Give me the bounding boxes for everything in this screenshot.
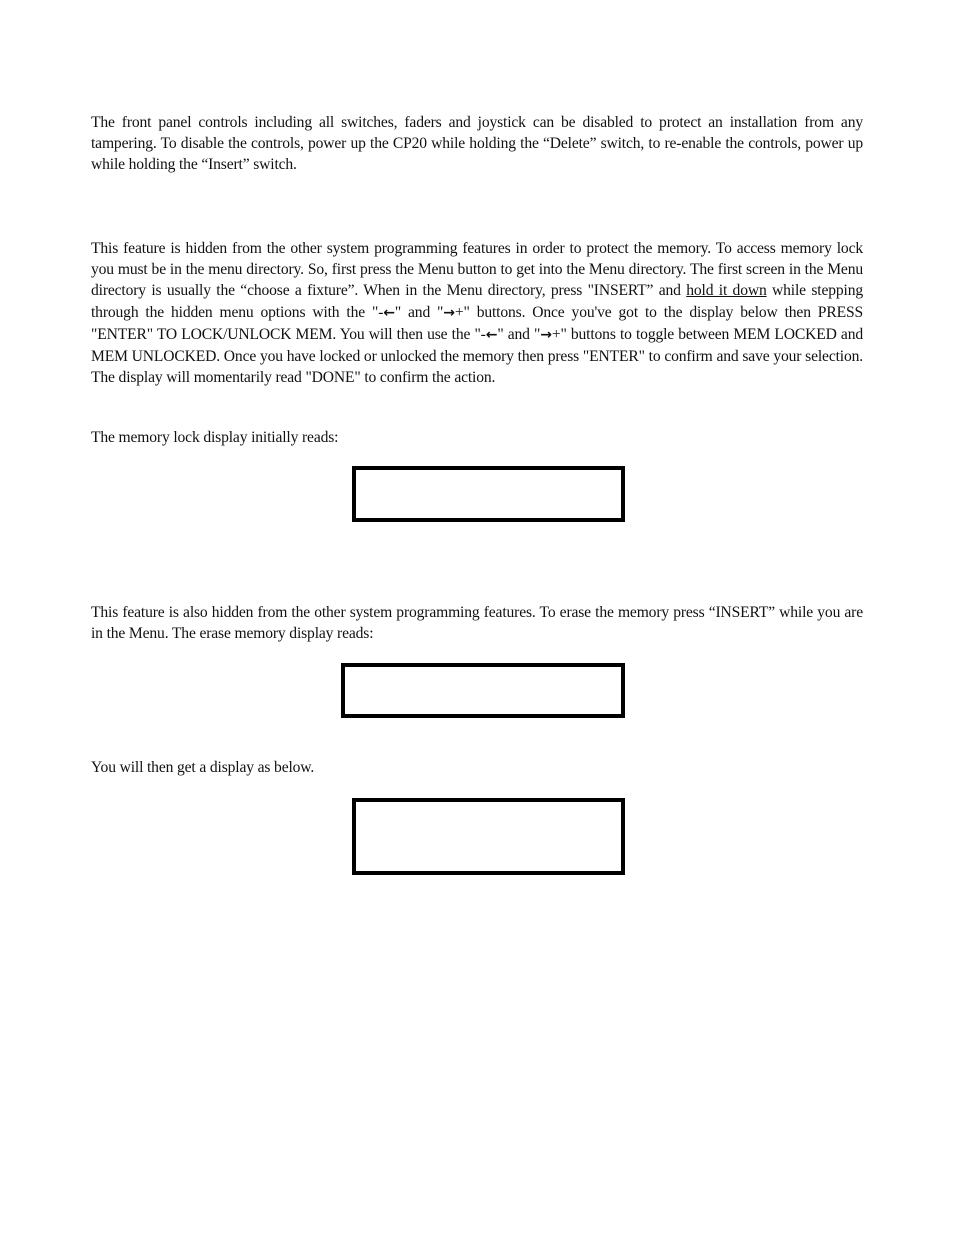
memory-lock-paragraph: This feature is hidden from the other sy…	[91, 238, 863, 388]
arrow-right-icon: →	[443, 304, 455, 321]
memory-lock-lcd-display	[352, 466, 625, 522]
memory-lock-display-intro: The memory lock display initially reads:	[91, 429, 339, 446]
memory-lock-text-3: " and "	[394, 303, 444, 321]
memory-lock-text-5: " and "	[497, 325, 541, 343]
front-panel-lockout-paragraph: The front panel controls including all s…	[91, 114, 863, 174]
hold-it-down-emphasis: hold it down	[686, 282, 767, 300]
erase-memory-lcd-display	[341, 663, 625, 718]
erase-memory-followup-text: You will then get a display as below.	[91, 759, 315, 776]
arrow-right-icon: →	[540, 326, 552, 343]
arrow-left-icon: ←	[383, 304, 395, 321]
erase-memory-paragraph: This feature is also hidden from the oth…	[91, 604, 863, 643]
erase-confirm-lcd-display	[352, 798, 625, 875]
arrow-left-icon: ←	[485, 326, 498, 343]
